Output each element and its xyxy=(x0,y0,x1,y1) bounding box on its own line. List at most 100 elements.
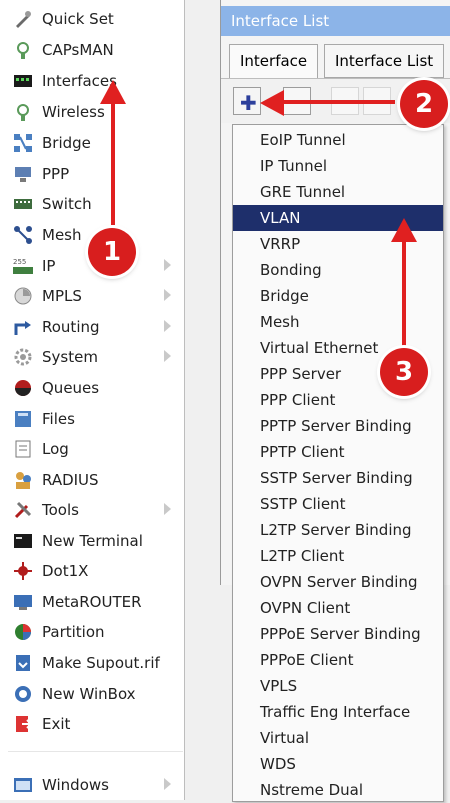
sidebar-item-new-winbox[interactable]: New WinBox xyxy=(8,679,183,709)
menu-item-virtual[interactable]: Virtual xyxy=(233,725,443,751)
sidebar-item-ppp[interactable]: PPP xyxy=(8,159,183,189)
sidebar-item-label: Routing xyxy=(42,318,100,336)
submenu-arrow-icon xyxy=(164,289,171,301)
sidebar-item-label: PPP xyxy=(42,165,70,183)
submenu-arrow-icon xyxy=(164,320,171,332)
svg-text:255: 255 xyxy=(13,258,26,266)
menu-item-eoip-tunnel[interactable]: EoIP Tunnel xyxy=(233,127,443,153)
sidebar-item-log[interactable]: Log xyxy=(8,434,183,464)
sidebar-item-label: Windows xyxy=(42,776,109,794)
submenu-arrow-icon xyxy=(164,350,171,362)
partition-icon xyxy=(12,621,34,643)
sidebar-item-wireless[interactable]: Wireless xyxy=(8,97,183,127)
sidebar-item-label: Mesh xyxy=(42,226,82,244)
annotation-arrow-2 xyxy=(275,100,395,104)
sidebar-item-label: MetaROUTER xyxy=(42,593,142,611)
sidebar-item-interfaces[interactable]: Interfaces xyxy=(8,66,183,96)
queues-icon xyxy=(12,377,34,399)
step-badge-1: 1 xyxy=(88,228,136,276)
terminal-icon xyxy=(12,530,34,552)
mpls-icon xyxy=(12,285,34,307)
sidebar-item-label: Log xyxy=(42,440,69,458)
menu-item-l2tp-client[interactable]: L2TP Client xyxy=(233,543,443,569)
sidebar-item-label: Wireless xyxy=(42,103,105,121)
switch-icon xyxy=(12,193,34,215)
menu-item-pptp-client[interactable]: PPTP Client xyxy=(233,439,443,465)
menu-item-vpls[interactable]: VPLS xyxy=(233,673,443,699)
submenu-arrow-icon xyxy=(164,503,171,515)
sidebar-item-switch[interactable]: Switch xyxy=(8,189,183,219)
sidebar-item-label: System xyxy=(42,348,98,366)
sidebar-item-tools[interactable]: Tools xyxy=(8,495,183,525)
submenu-arrow-icon xyxy=(164,778,171,790)
bridge-icon xyxy=(12,132,34,154)
menu-item-pppoe-client[interactable]: PPPoE Client xyxy=(233,647,443,673)
interfaces-icon xyxy=(12,70,34,92)
sidebar-item-mpls[interactable]: MPLS xyxy=(8,281,183,311)
menu-item-gre-tunnel[interactable]: GRE Tunnel xyxy=(233,179,443,205)
sidebar-item-label: Switch xyxy=(42,195,92,213)
menu-item-sstp-client[interactable]: SSTP Client xyxy=(233,491,443,517)
sidebar-item-files[interactable]: Files xyxy=(8,404,183,434)
step-badge-2: 2 xyxy=(400,80,448,128)
quick-set-icon xyxy=(12,8,34,30)
wireless-icon xyxy=(12,101,34,123)
ppp-icon xyxy=(12,163,34,185)
menu-item-ip-tunnel[interactable]: IP Tunnel xyxy=(233,153,443,179)
menu-item-pppoe-server-binding[interactable]: PPPoE Server Binding xyxy=(233,621,443,647)
sidebar-item-label: New WinBox xyxy=(42,685,136,703)
sidebar-item-label: Partition xyxy=(42,623,105,641)
menu-item-l2tp-server-binding[interactable]: L2TP Server Binding xyxy=(233,517,443,543)
sidebar-item-exit[interactable]: Exit xyxy=(8,709,183,739)
sidebar-item-dot1x[interactable]: Dot1X xyxy=(8,556,183,586)
menu-item-mesh[interactable]: Mesh xyxy=(233,309,443,335)
routing-icon xyxy=(12,316,34,338)
arrowhead-up-icon xyxy=(391,218,417,242)
sidebar-item-label: Make Supout.rif xyxy=(42,654,160,672)
sidebar-item-routing[interactable]: Routing xyxy=(8,312,183,342)
sidebar-item-new-terminal[interactable]: New Terminal xyxy=(8,526,183,556)
menu-item-traffic-eng-interface[interactable]: Traffic Eng Interface xyxy=(233,699,443,725)
sidebar-item-make-supout[interactable]: Make Supout.rif xyxy=(8,648,183,678)
tab-interface[interactable]: Interface xyxy=(229,44,319,78)
sidebar-item-label: New Terminal xyxy=(42,532,143,550)
sidebar-item-partition[interactable]: Partition xyxy=(8,617,183,647)
plus-icon: ✚ xyxy=(240,91,257,115)
sidebar-item-label: Dot1X xyxy=(42,562,89,580)
menu-item-ovpn-client[interactable]: OVPN Client xyxy=(233,595,443,621)
ip-icon: 255 xyxy=(12,255,34,277)
tab-interface-list[interactable]: Interface List xyxy=(324,44,445,78)
add-button[interactable]: ✚ xyxy=(233,87,261,115)
sidebar-item-capsman[interactable]: CAPsMAN xyxy=(8,35,183,65)
menu-item-bonding[interactable]: Bonding xyxy=(233,257,443,283)
metarouter-icon xyxy=(12,591,34,613)
menu-item-wds[interactable]: WDS xyxy=(233,751,443,777)
menu-item-ovpn-server-binding[interactable]: OVPN Server Binding xyxy=(233,569,443,595)
sidebar-item-label: Tools xyxy=(42,501,79,519)
annotation-arrow-3 xyxy=(402,235,406,350)
sidebar-item-quick-set[interactable]: Quick Set xyxy=(8,4,183,34)
menu-item-sstp-server-binding[interactable]: SSTP Server Binding xyxy=(233,465,443,491)
capsman-icon xyxy=(12,39,34,61)
annotation-arrow-1 xyxy=(111,95,115,225)
arrowhead-left-icon xyxy=(260,90,284,116)
menu-item-nstreme-dual[interactable]: Nstreme Dual xyxy=(233,777,443,803)
dot1x-icon xyxy=(12,560,34,582)
menu-item-bridge[interactable]: Bridge xyxy=(233,283,443,309)
sidebar-item-radius[interactable]: RADIUS xyxy=(8,465,183,495)
files-icon xyxy=(12,408,34,430)
menu-item-pptp-server-binding[interactable]: PPTP Server Binding xyxy=(233,413,443,439)
sidebar-item-label: RADIUS xyxy=(42,471,99,489)
log-icon xyxy=(12,438,34,460)
window-title: Interface List xyxy=(221,6,450,36)
sidebar-item-queues[interactable]: Queues xyxy=(8,373,183,403)
sidebar-item-bridge[interactable]: Bridge xyxy=(8,128,183,158)
sidebar-item-metarouter[interactable]: MetaROUTER xyxy=(8,587,183,617)
sidebar-item-label: Files xyxy=(42,410,75,428)
step-badge-3: 3 xyxy=(380,348,428,396)
sidebar-item-windows[interactable]: Windows xyxy=(8,770,183,800)
sidebar-divider xyxy=(8,751,183,752)
sidebar-item-system[interactable]: System xyxy=(8,342,183,372)
windows-icon xyxy=(12,774,34,796)
radius-icon xyxy=(12,469,34,491)
